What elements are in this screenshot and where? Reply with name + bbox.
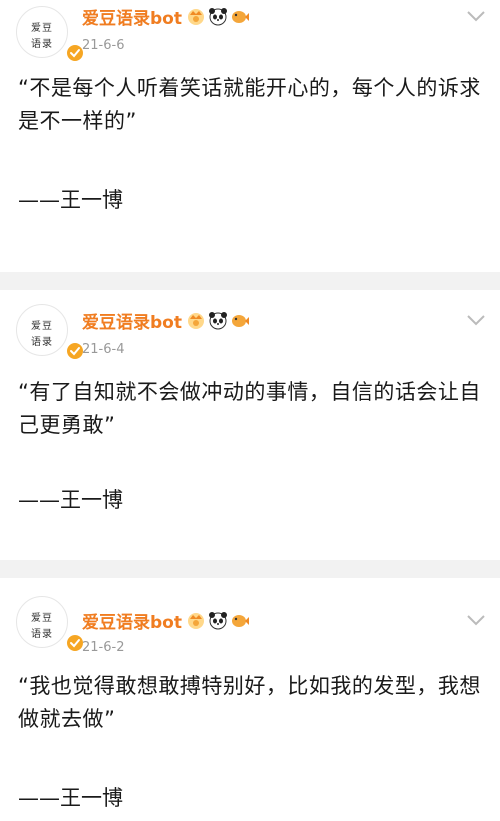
post-author: ——王一博 xyxy=(18,188,123,212)
chevron-down-icon[interactable] xyxy=(466,8,486,22)
post-quote: “有了自知就不会做冲动的事情，自信的话会让自己更勇敢” xyxy=(18,380,481,437)
account-name[interactable]: 爱豆语录bot xyxy=(82,608,182,633)
user-badges xyxy=(186,6,250,26)
post-quote: “不是每个人听着笑话就能开心的，每个人的诉求是不一样的” xyxy=(18,76,481,133)
fish-badge-icon xyxy=(230,310,250,330)
crown-badge-icon xyxy=(186,6,206,26)
user-badges xyxy=(186,610,250,630)
crown-badge-icon xyxy=(186,610,206,630)
post-date: 21-6-4 xyxy=(82,342,125,357)
post-date: 21-6-6 xyxy=(82,38,125,53)
chevron-down-icon[interactable] xyxy=(466,312,486,326)
post-card: 爱豆 语录 爱豆语录bot 21-6-6 “不是每个人听着笑话就能开心的，每个人… xyxy=(0,0,500,272)
user-badges xyxy=(186,310,250,330)
avatar-text: 爱豆 xyxy=(31,613,53,624)
avatar-text: 语录 xyxy=(31,337,53,348)
post-card: 爱豆 语录 爱豆语录bot 21-6-4 “有了自知就不会做冲动的事情，自信的话… xyxy=(0,290,500,560)
post-card: 爱豆 语录 爱豆语录bot 21-6-2 “我也觉得敢想敢搏特别好，比如我的发型… xyxy=(0,578,500,821)
panda-badge-icon xyxy=(208,6,228,26)
avatar-text: 语录 xyxy=(31,39,53,50)
account-name[interactable]: 爱豆语录bot xyxy=(82,4,182,29)
post-quote: “我也觉得敢想敢搏特别好，比如我的发型，我想做就去做” xyxy=(18,674,481,731)
post-author: ——王一博 xyxy=(18,786,123,810)
avatar-text: 爱豆 xyxy=(31,321,53,332)
feed: 爱豆 语录 爱豆语录bot 21-6-6 “不是每个人听着笑话就能开心的，每个人… xyxy=(0,0,500,821)
post-date: 21-6-2 xyxy=(82,640,125,655)
panda-badge-icon xyxy=(208,610,228,630)
post-author: ——王一博 xyxy=(18,488,123,512)
avatar-text: 语录 xyxy=(31,629,53,640)
avatar[interactable]: 爱豆 语录 xyxy=(16,596,85,653)
panda-badge-icon xyxy=(208,310,228,330)
chevron-down-icon[interactable] xyxy=(466,612,486,626)
fish-badge-icon xyxy=(230,6,250,26)
account-name[interactable]: 爱豆语录bot xyxy=(82,308,182,333)
crown-badge-icon xyxy=(186,310,206,330)
avatar[interactable]: 爱豆 语录 xyxy=(16,304,85,361)
avatar-text: 爱豆 xyxy=(31,23,53,34)
avatar[interactable]: 爱豆 语录 xyxy=(16,6,85,63)
fish-badge-icon xyxy=(230,610,250,630)
